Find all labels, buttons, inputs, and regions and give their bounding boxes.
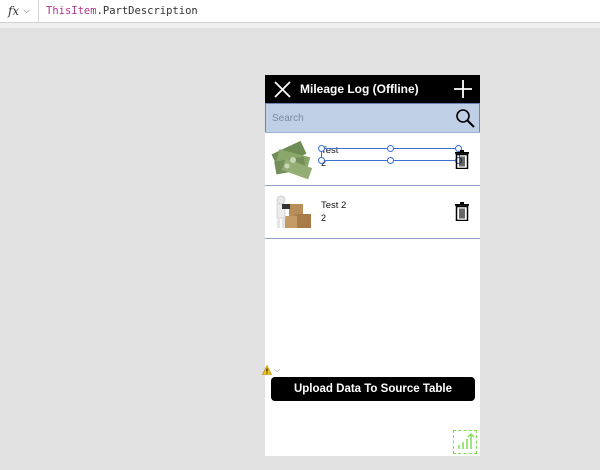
list-item[interactable]: Test 2 2	[265, 186, 480, 239]
page-title: Mileage Log (Offline)	[300, 82, 419, 96]
formula-keyword: ThisItem	[46, 5, 97, 17]
money-stack-image	[271, 140, 313, 180]
list-item[interactable]: Test 2	[265, 132, 480, 186]
warning-icon[interactable]	[262, 365, 272, 375]
search-icon[interactable]	[455, 108, 475, 128]
formula-input[interactable]: ThisItem.PartDescription	[39, 5, 198, 17]
toolbar-gap	[0, 23, 600, 28]
item-value: 2	[321, 213, 327, 223]
search-bar	[265, 103, 480, 133]
formula-bar: fx ⌵ ThisItem.PartDescription	[0, 0, 600, 23]
trash-icon[interactable]	[455, 150, 469, 169]
analytics-control[interactable]	[453, 430, 477, 454]
resize-handle[interactable]	[387, 145, 394, 152]
item-name: Test 2	[321, 200, 347, 211]
formula-property: .PartDescription	[96, 5, 198, 17]
chevron-down-icon: ⌵	[23, 6, 31, 16]
trash-icon[interactable]	[455, 202, 469, 221]
search-input[interactable]	[270, 111, 434, 125]
upload-button[interactable]: Upload Data To Source Table	[271, 377, 475, 401]
chart-up-icon	[458, 433, 475, 449]
fx-label: fx	[7, 4, 20, 18]
boxes-image	[276, 195, 311, 228]
plus-icon[interactable]	[454, 80, 472, 98]
resize-handle[interactable]	[318, 157, 325, 164]
close-icon[interactable]	[274, 81, 291, 98]
app-header: Mileage Log (Offline)	[265, 75, 480, 103]
function-dropdown[interactable]: fx ⌵	[0, 0, 39, 22]
resize-handle[interactable]	[318, 145, 325, 152]
app-screen: Mileage Log (Offline) Test 2	[265, 75, 480, 456]
resize-handle[interactable]	[387, 157, 394, 164]
chevron-down-icon[interactable]: ⌵	[274, 365, 280, 375]
